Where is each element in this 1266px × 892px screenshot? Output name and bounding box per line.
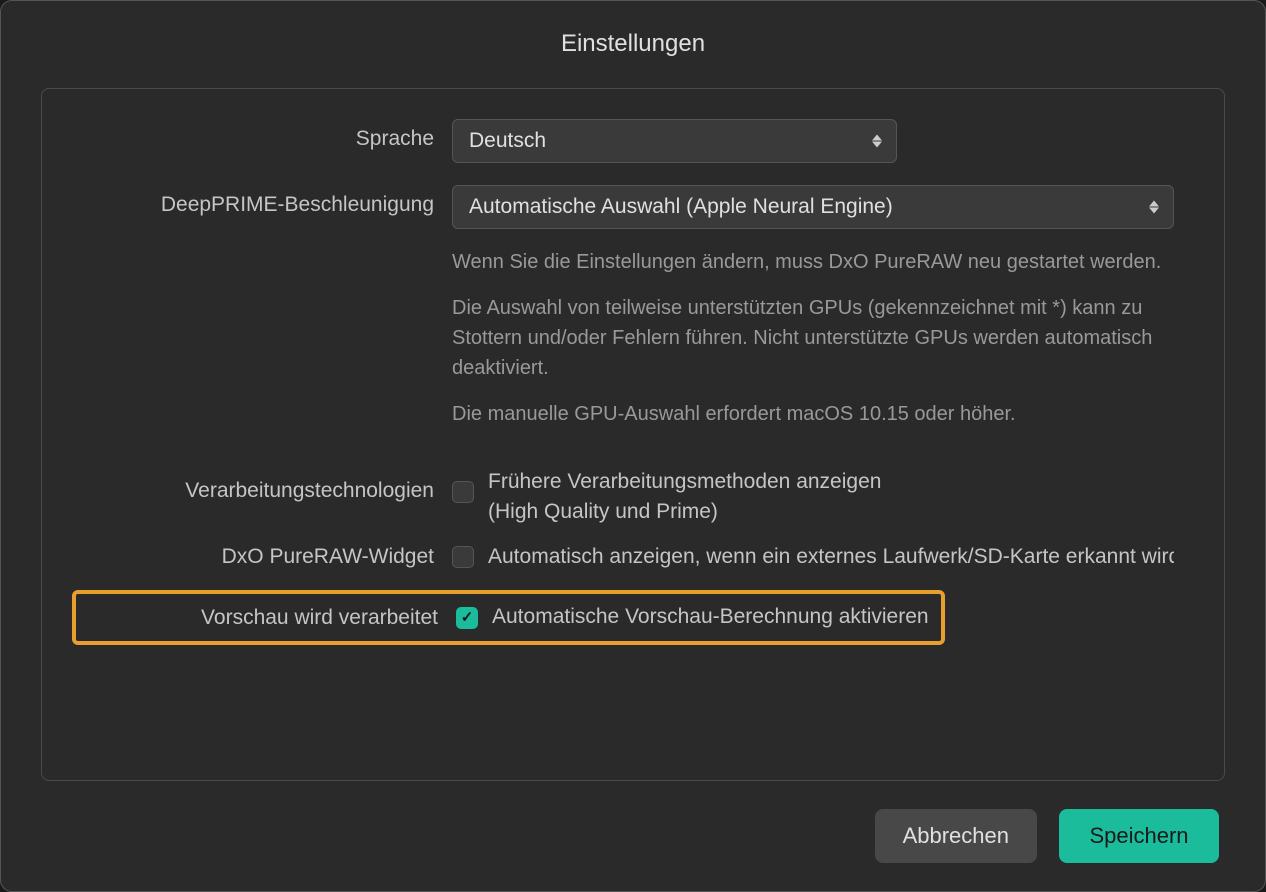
check-icon: ✓ [461,610,474,625]
settings-panel: Sprache Deutsch DeepPRIME-Beschleunigung… [41,88,1225,781]
widget-label: DxO PureRAW-Widget [82,545,452,569]
acceleration-select[interactable]: Automatische Auswahl (Apple Neural Engin… [452,185,1174,229]
preview-checkbox[interactable]: ✓ [456,607,478,629]
preview-text: Automatische Vorschau-Berechnung aktivie… [492,602,929,632]
language-value: Deutsch [469,129,546,153]
acceleration-row: DeepPRIME-Beschleunigung Automatische Au… [82,185,1174,445]
language-select[interactable]: Deutsch [452,119,897,163]
language-row: Sprache Deutsch [82,119,1174,163]
processing-tech-label: Verarbeitungstechnologien [82,467,452,503]
processing-tech-checkbox[interactable] [452,481,474,503]
help-macos: Die manuelle GPU-Auswahl erfordert macOS… [452,399,1174,429]
dialog-title: Einstellungen [41,30,1225,58]
acceleration-help: Wenn Sie die Einstellungen ändern, muss … [452,247,1174,429]
updown-icon [1149,201,1159,214]
save-button[interactable]: Speichern [1059,809,1219,863]
help-restart: Wenn Sie die Einstellungen ändern, muss … [452,247,1174,277]
acceleration-label: DeepPRIME-Beschleunigung [82,185,452,217]
widget-row: DxO PureRAW-Widget Automatisch anzeigen,… [82,542,1174,572]
updown-icon [872,135,882,148]
preview-label: Vorschau wird verarbeitet [76,606,456,630]
widget-checkbox[interactable] [452,546,474,568]
acceleration-value: Automatische Auswahl (Apple Neural Engin… [469,195,893,219]
processing-tech-text: Frühere Verarbeitungsmethoden anzeigen (… [488,467,881,528]
help-gpu-warning: Die Auswahl von teilweise unterstützten … [452,293,1174,383]
cancel-button[interactable]: Abbrechen [875,809,1037,863]
button-row: Abbrechen Speichern [41,809,1225,863]
preview-highlight: Vorschau wird verarbeitet ✓ Automatische… [72,590,945,644]
widget-text: Automatisch anzeigen, wenn ein externes … [488,542,1174,572]
language-label: Sprache [82,119,452,151]
settings-dialog: Einstellungen Sprache Deutsch DeepPRIME-… [0,0,1266,892]
processing-tech-row: Verarbeitungstechnologien Frühere Verarb… [82,467,1174,528]
